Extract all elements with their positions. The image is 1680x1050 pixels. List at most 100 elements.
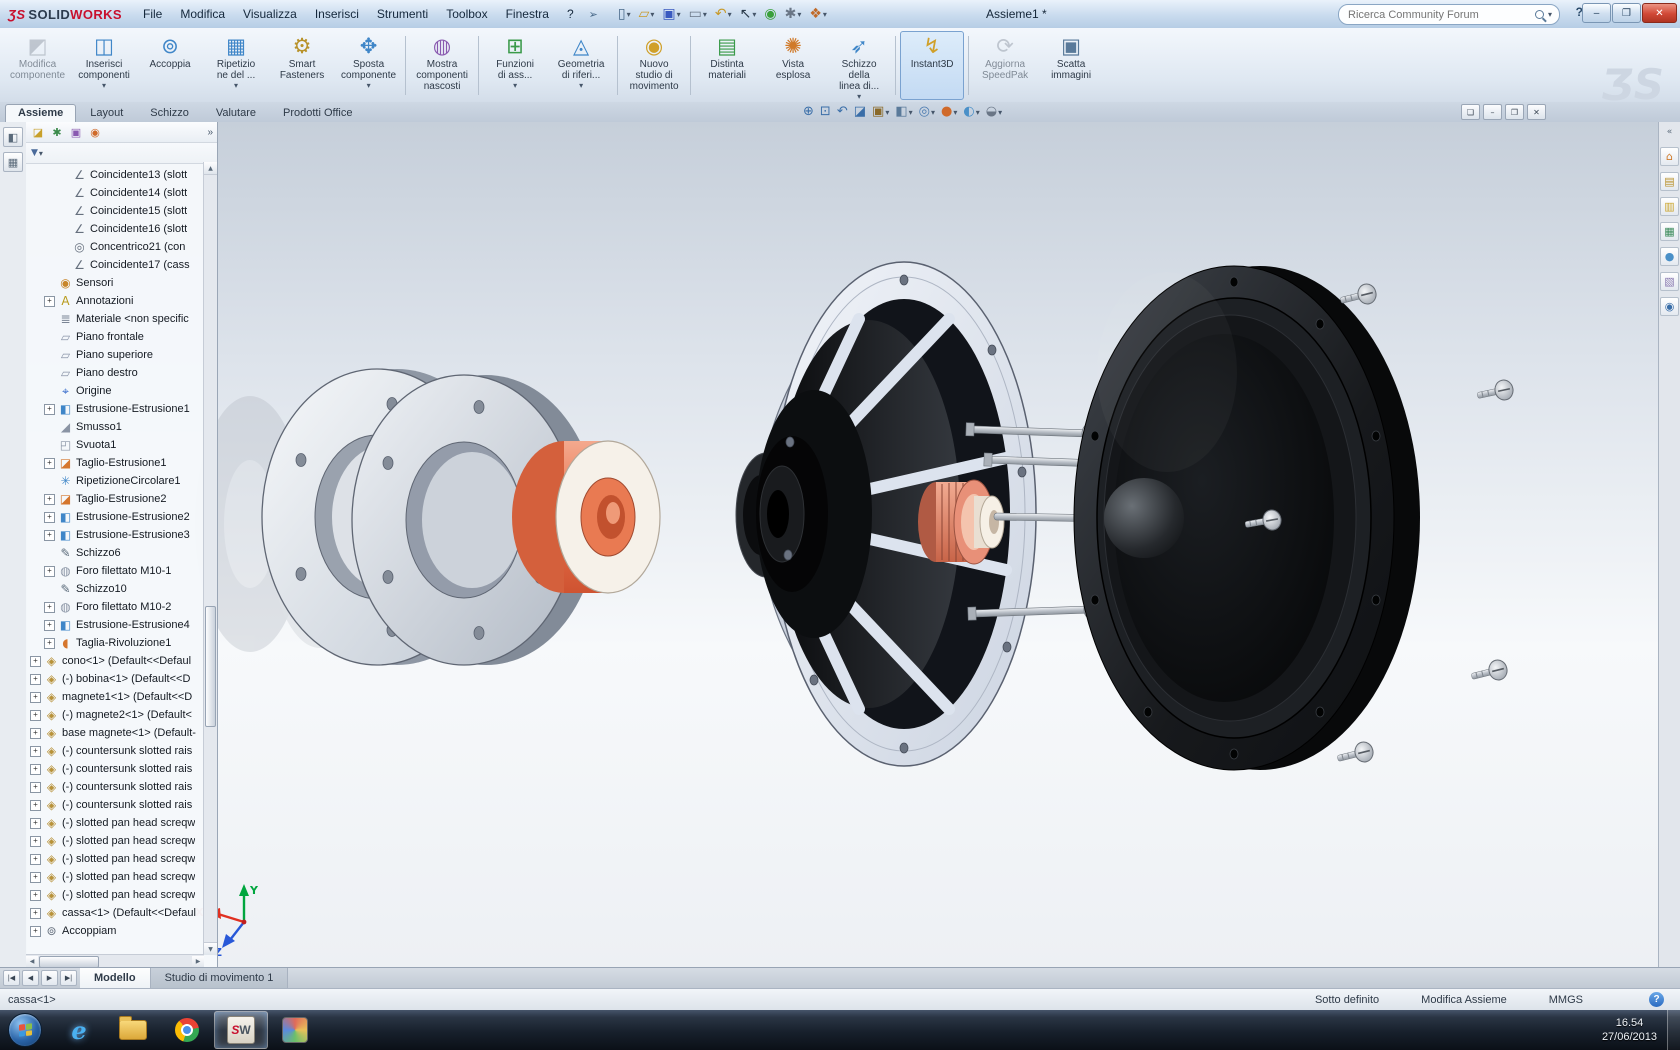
ripetizione-componente-button[interactable]: ▦Ripetizione del ...▾: [204, 31, 268, 100]
expand-icon[interactable]: +: [30, 710, 41, 721]
menu-visualizza[interactable]: Visualizza: [234, 3, 306, 25]
model-tab-nav-3[interactable]: ▶|: [60, 970, 77, 986]
menu-modifica[interactable]: Modifica: [171, 3, 234, 25]
zoom-area-button[interactable]: ⊡: [817, 105, 834, 119]
menu-help[interactable]: ?: [558, 3, 583, 25]
enclosure-front-panel[interactable]: [1074, 266, 1420, 770]
start-button[interactable]: [8, 1013, 42, 1047]
tree-item[interactable]: +◈(-) slotted pan head screqw: [26, 886, 217, 904]
scrollbar-thumb[interactable]: [39, 956, 99, 968]
restore-button[interactable]: ❐: [1612, 3, 1641, 23]
menu-strumenti[interactable]: Strumenti: [368, 3, 437, 25]
expand-icon[interactable]: +: [30, 908, 41, 919]
tree-horizontal-scrollbar[interactable]: ◀ ▶: [26, 954, 204, 968]
tree-item[interactable]: +◍Foro filettato M10-2: [26, 598, 217, 616]
expand-icon[interactable]: +: [44, 296, 55, 307]
minimize-button[interactable]: –: [1582, 3, 1611, 23]
tree-item[interactable]: ∠Coincidente14 (slott: [26, 184, 217, 202]
scroll-left-icon[interactable]: ◀: [26, 956, 38, 968]
menu-finestra[interactable]: Finestra: [497, 3, 558, 25]
tree-item[interactable]: +◈(-) slotted pan head screqw: [26, 850, 217, 868]
select-button[interactable]: ↖▾: [737, 5, 760, 23]
tab-valutare[interactable]: Valutare: [203, 104, 269, 122]
rebuild-button[interactable]: ◉: [761, 5, 779, 23]
tree-item[interactable]: ▱Piano superiore: [26, 346, 217, 364]
expand-icon[interactable]: +: [44, 602, 55, 613]
tree-filter-bar[interactable]: ▼ ▾: [26, 143, 217, 164]
tree-item[interactable]: +◪Taglio-Estrusione2: [26, 490, 217, 508]
expand-icon[interactable]: +: [44, 566, 55, 577]
taskbar-chrome-button[interactable]: [160, 1011, 214, 1049]
expand-icon[interactable]: +: [30, 782, 41, 793]
tree-item[interactable]: ⌖Origine: [26, 382, 217, 400]
model-tab-nav-2[interactable]: ▶: [41, 970, 58, 986]
save-document-button[interactable]: ▣▾: [659, 5, 683, 23]
displaymanager-tab-icon[interactable]: ◉: [87, 124, 103, 140]
tree-item[interactable]: ◉Sensori: [26, 274, 217, 292]
expand-icon[interactable]: +: [30, 764, 41, 775]
view-settings-button[interactable]: ◒▾: [983, 105, 1005, 119]
tree-item[interactable]: +◈base magnete<1> (Default-: [26, 724, 217, 742]
tab-assieme[interactable]: Assieme: [5, 104, 76, 122]
scroll-down-icon[interactable]: ▼: [204, 942, 217, 955]
panel-pin-icon[interactable]: ▦: [3, 152, 23, 172]
tree-item[interactable]: +◈(-) countersunk slotted rais: [26, 742, 217, 760]
show-desktop-button[interactable]: [1667, 1010, 1680, 1050]
scatta-immagini-button[interactable]: ▣Scattaimmagini: [1039, 31, 1103, 100]
pushpin-icon[interactable]: ➢: [589, 8, 598, 21]
more-tabs-icon[interactable]: »: [207, 127, 213, 138]
collapse-pane-icon[interactable]: «: [1667, 127, 1673, 137]
search-box[interactable]: ▾: [1338, 4, 1560, 25]
nuovo-studio-di-movimento-button[interactable]: ◉Nuovostudio dimovimento: [622, 31, 686, 100]
tree-item[interactable]: +◈(-) magnete2<1> (Default<: [26, 706, 217, 724]
viewport-3d-scene[interactable]: X Y Z: [192, 122, 1632, 968]
tree-item[interactable]: +◪Taglio-Estrusione1: [26, 454, 217, 472]
solidworks-resources-icon[interactable]: ⌂: [1660, 147, 1679, 166]
tab-prodotti-office[interactable]: Prodotti Office: [270, 104, 366, 122]
edit-appearance-button[interactable]: ❖▾: [806, 5, 830, 23]
minimize-document-icon[interactable]: –: [1483, 104, 1502, 120]
scroll-right-icon[interactable]: ▶: [192, 956, 204, 968]
expand-icon[interactable]: +: [30, 872, 41, 883]
forum-icon[interactable]: ◉: [1660, 297, 1679, 316]
close-button[interactable]: ✕: [1642, 3, 1677, 23]
expand-icon[interactable]: +: [30, 818, 41, 829]
search-icon[interactable]: [1535, 10, 1544, 19]
tree-item[interactable]: ∠Coincidente15 (slott: [26, 202, 217, 220]
tree-item[interactable]: +◈(-) slotted pan head screqw: [26, 814, 217, 832]
tree-item[interactable]: +◈(-) countersunk slotted rais: [26, 778, 217, 796]
magnet-ring[interactable]: [512, 441, 660, 593]
model-tab-nav-0[interactable]: |◀: [3, 970, 20, 986]
geometria-di-riferimento-button[interactable]: ◬Geometriadi riferi...▾: [549, 31, 613, 100]
tree-item[interactable]: ◎Concentrico21 (con: [26, 238, 217, 256]
tree-item[interactable]: +◍Foro filettato M10-1: [26, 562, 217, 580]
taskbar-paint-button[interactable]: [268, 1011, 322, 1049]
status-help-icon[interactable]: ?: [1649, 992, 1664, 1007]
sposta-componente-button[interactable]: ✥Spostacomponente▾: [336, 31, 401, 100]
menu-file[interactable]: File: [134, 3, 171, 25]
model-tab-nav-1[interactable]: ◀: [22, 970, 39, 986]
taskbar-internet-explorer-button[interactable]: e: [52, 1011, 106, 1049]
tree-item[interactable]: +⊚Accoppiam: [26, 922, 217, 940]
configurationmanager-tab-icon[interactable]: ▣: [68, 124, 84, 140]
caret-down-icon[interactable]: ▾: [39, 149, 43, 158]
screw[interactable]: [1476, 378, 1515, 405]
tree-item[interactable]: +◈(-) bobina<1> (Default<<D: [26, 670, 217, 688]
tree-item[interactable]: +◈magnete1<1> (Default<<D: [26, 688, 217, 706]
expand-icon[interactable]: +: [44, 530, 55, 541]
screw[interactable]: [1335, 740, 1375, 768]
tree-item[interactable]: +◈(-) countersunk slotted rais: [26, 796, 217, 814]
tree-item[interactable]: ∠Coincidente13 (slott: [26, 166, 217, 184]
display-style-button[interactable]: ◧▾: [892, 105, 915, 119]
options-button[interactable]: ✱▾: [782, 5, 805, 23]
tree-item[interactable]: +◧Estrusione-Estrusione4: [26, 616, 217, 634]
menu-inserisci[interactable]: Inserisci: [306, 3, 368, 25]
print-document-button[interactable]: ▭▾: [686, 5, 710, 23]
tree-item[interactable]: +◈(-) slotted pan head screqw: [26, 868, 217, 886]
panel-toggle-icon[interactable]: ◧: [3, 127, 23, 147]
restore-document-icon[interactable]: ❐: [1505, 104, 1524, 120]
new-document-button[interactable]: ▯▾: [615, 5, 634, 23]
previous-view-button[interactable]: ↶: [834, 105, 851, 119]
expand-icon[interactable]: +: [30, 746, 41, 757]
tree-item[interactable]: ◰Svuota1: [26, 436, 217, 454]
